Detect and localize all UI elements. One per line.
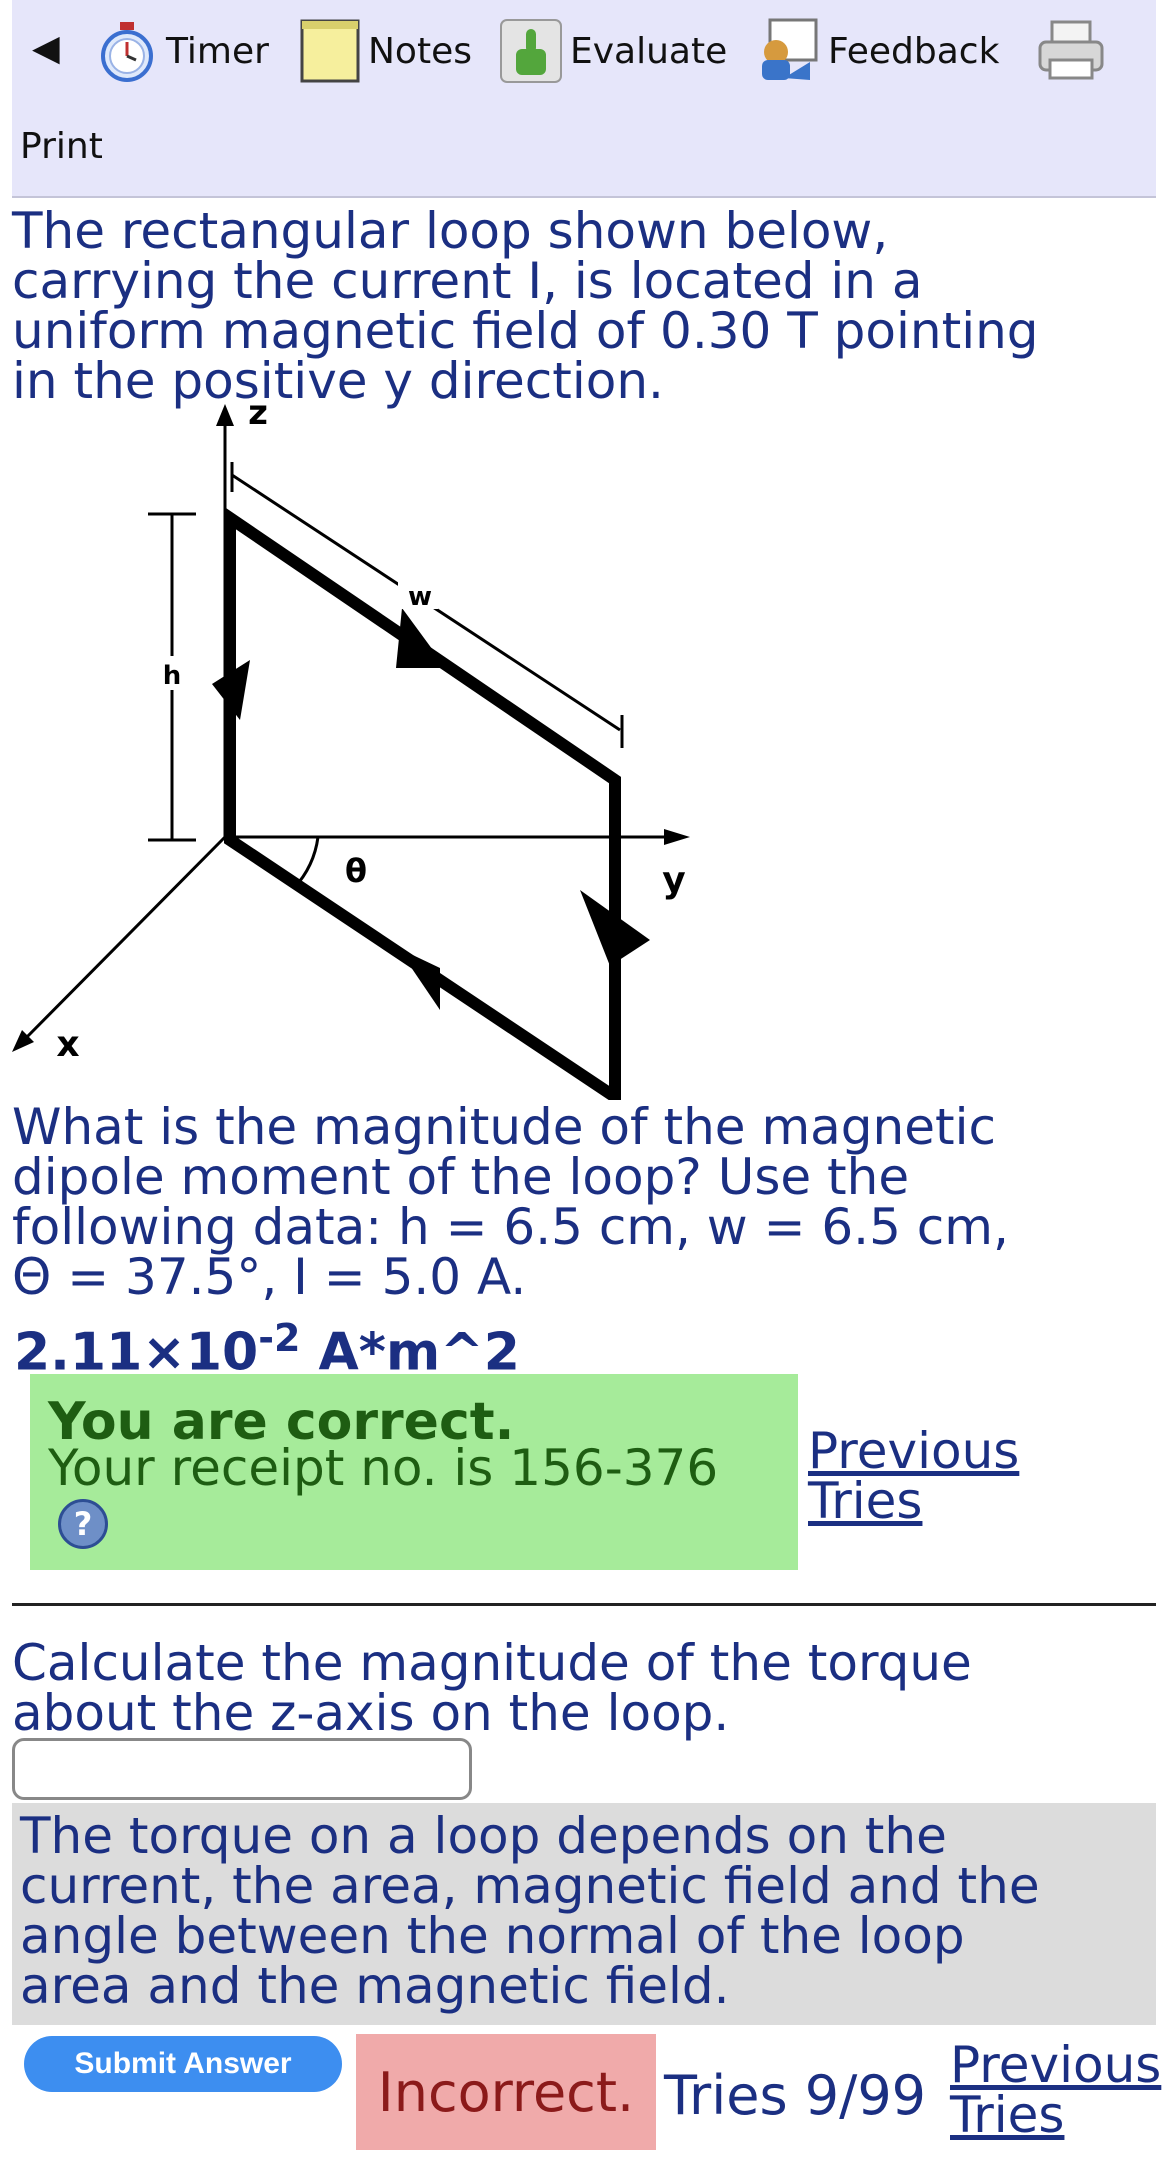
x-axis bbox=[20, 835, 227, 1044]
x-label: x bbox=[56, 1024, 79, 1065]
back-arrow-icon[interactable]: ◀ bbox=[32, 28, 60, 69]
answer-input[interactable] bbox=[12, 1738, 472, 1800]
submit-answer-button[interactable]: Submit Answer bbox=[24, 2036, 342, 2092]
hint-text: The torque on a loop depends on the curr… bbox=[20, 1811, 1040, 2011]
stopwatch-icon bbox=[96, 20, 158, 82]
notes-label: Notes bbox=[368, 30, 472, 72]
current-arrow-top bbox=[396, 608, 446, 668]
hint-line: area and the magnetic field. bbox=[20, 1957, 730, 2015]
timer-label: Timer bbox=[166, 30, 269, 72]
prompt-line: Calculate the magnitude of the torque bbox=[12, 1634, 972, 1692]
print-label[interactable]: Print bbox=[20, 126, 103, 167]
intro-line: The rectangular loop shown below, bbox=[12, 202, 889, 260]
z-axis-arrowhead bbox=[216, 404, 234, 426]
tries-count: Tries 9/99 bbox=[664, 2064, 927, 2127]
hint-line: current, the area, magnetic field and th… bbox=[20, 1857, 1040, 1915]
hint-line: The torque on a loop depends on the bbox=[20, 1807, 947, 1865]
submitted-answer: 2.11×10-2 A*m^2 bbox=[14, 1316, 520, 1382]
z-label: z bbox=[248, 395, 268, 433]
intro-line: carrying the current I, is located in a bbox=[12, 252, 923, 310]
question-line: What is the magnitude of the magnetic bbox=[12, 1098, 996, 1156]
sticky-note-icon bbox=[300, 19, 360, 83]
intro-line: uniform magnetic field of 0.30 T pointin… bbox=[12, 302, 1039, 360]
previous-tries-line: Tries bbox=[808, 1472, 923, 1530]
receipt-number: Your receipt no. is 156-376 bbox=[48, 1439, 719, 1497]
question1-prompt: What is the magnitude of the magnetic di… bbox=[12, 1102, 1009, 1302]
w-label: w bbox=[408, 582, 432, 612]
thumbs-up-icon bbox=[500, 19, 562, 83]
question2-prompt: Calculate the magnitude of the torque ab… bbox=[12, 1638, 972, 1738]
hint-line: angle between the normal of the loop bbox=[20, 1907, 965, 1965]
question-line: Θ = 37.5°, I = 5.0 A. bbox=[12, 1248, 527, 1306]
evaluate-label: Evaluate bbox=[570, 30, 728, 72]
answer-exponent: -2 bbox=[258, 1316, 301, 1360]
question-line: dipole moment of the loop? Use the bbox=[12, 1148, 910, 1206]
printer-icon bbox=[1038, 20, 1104, 82]
h-label: h bbox=[163, 661, 182, 691]
y-label: y bbox=[662, 860, 685, 901]
correct-feedback-box: You are correct. Your receipt no. is 156… bbox=[30, 1374, 798, 1570]
previous-tries-line: Previous bbox=[808, 1422, 1020, 1480]
question-line: following data: h = 6.5 cm, w = 6.5 cm, bbox=[12, 1198, 1009, 1256]
toolbar: ◀ Timer Notes Evaluate Feedback Print bbox=[12, 0, 1156, 198]
feedback-button[interactable]: Feedback bbox=[754, 16, 999, 86]
receipt-text: Your receipt no. is 156-376? bbox=[48, 1442, 748, 1549]
evaluate-button[interactable]: Evaluate bbox=[500, 16, 727, 86]
theta-label: θ bbox=[345, 852, 367, 890]
previous-tries-link[interactable]: Previous Tries bbox=[950, 2040, 1161, 2140]
previous-tries-link[interactable]: Previous Tries bbox=[808, 1426, 1019, 1526]
print-button[interactable] bbox=[1038, 16, 1104, 86]
section-divider bbox=[12, 1603, 1156, 1606]
feedback-icon bbox=[754, 18, 820, 84]
y-axis-arrowhead bbox=[664, 829, 690, 845]
hint-box: The torque on a loop depends on the curr… bbox=[12, 1803, 1156, 2025]
loop-diagram: w h θ z y x bbox=[12, 395, 690, 1100]
notes-button[interactable]: Notes bbox=[300, 16, 472, 86]
timer-button[interactable]: Timer bbox=[96, 16, 269, 86]
previous-tries-line: Previous bbox=[950, 2036, 1162, 2094]
feedback-label: Feedback bbox=[828, 30, 1000, 72]
help-icon[interactable]: ? bbox=[58, 1498, 108, 1549]
prompt-line: about the z-axis on the loop. bbox=[12, 1684, 730, 1742]
incorrect-status: Incorrect. bbox=[356, 2034, 656, 2150]
problem-intro: The rectangular loop shown below, carryi… bbox=[12, 206, 1039, 406]
previous-tries-line: Tries bbox=[950, 2086, 1065, 2144]
